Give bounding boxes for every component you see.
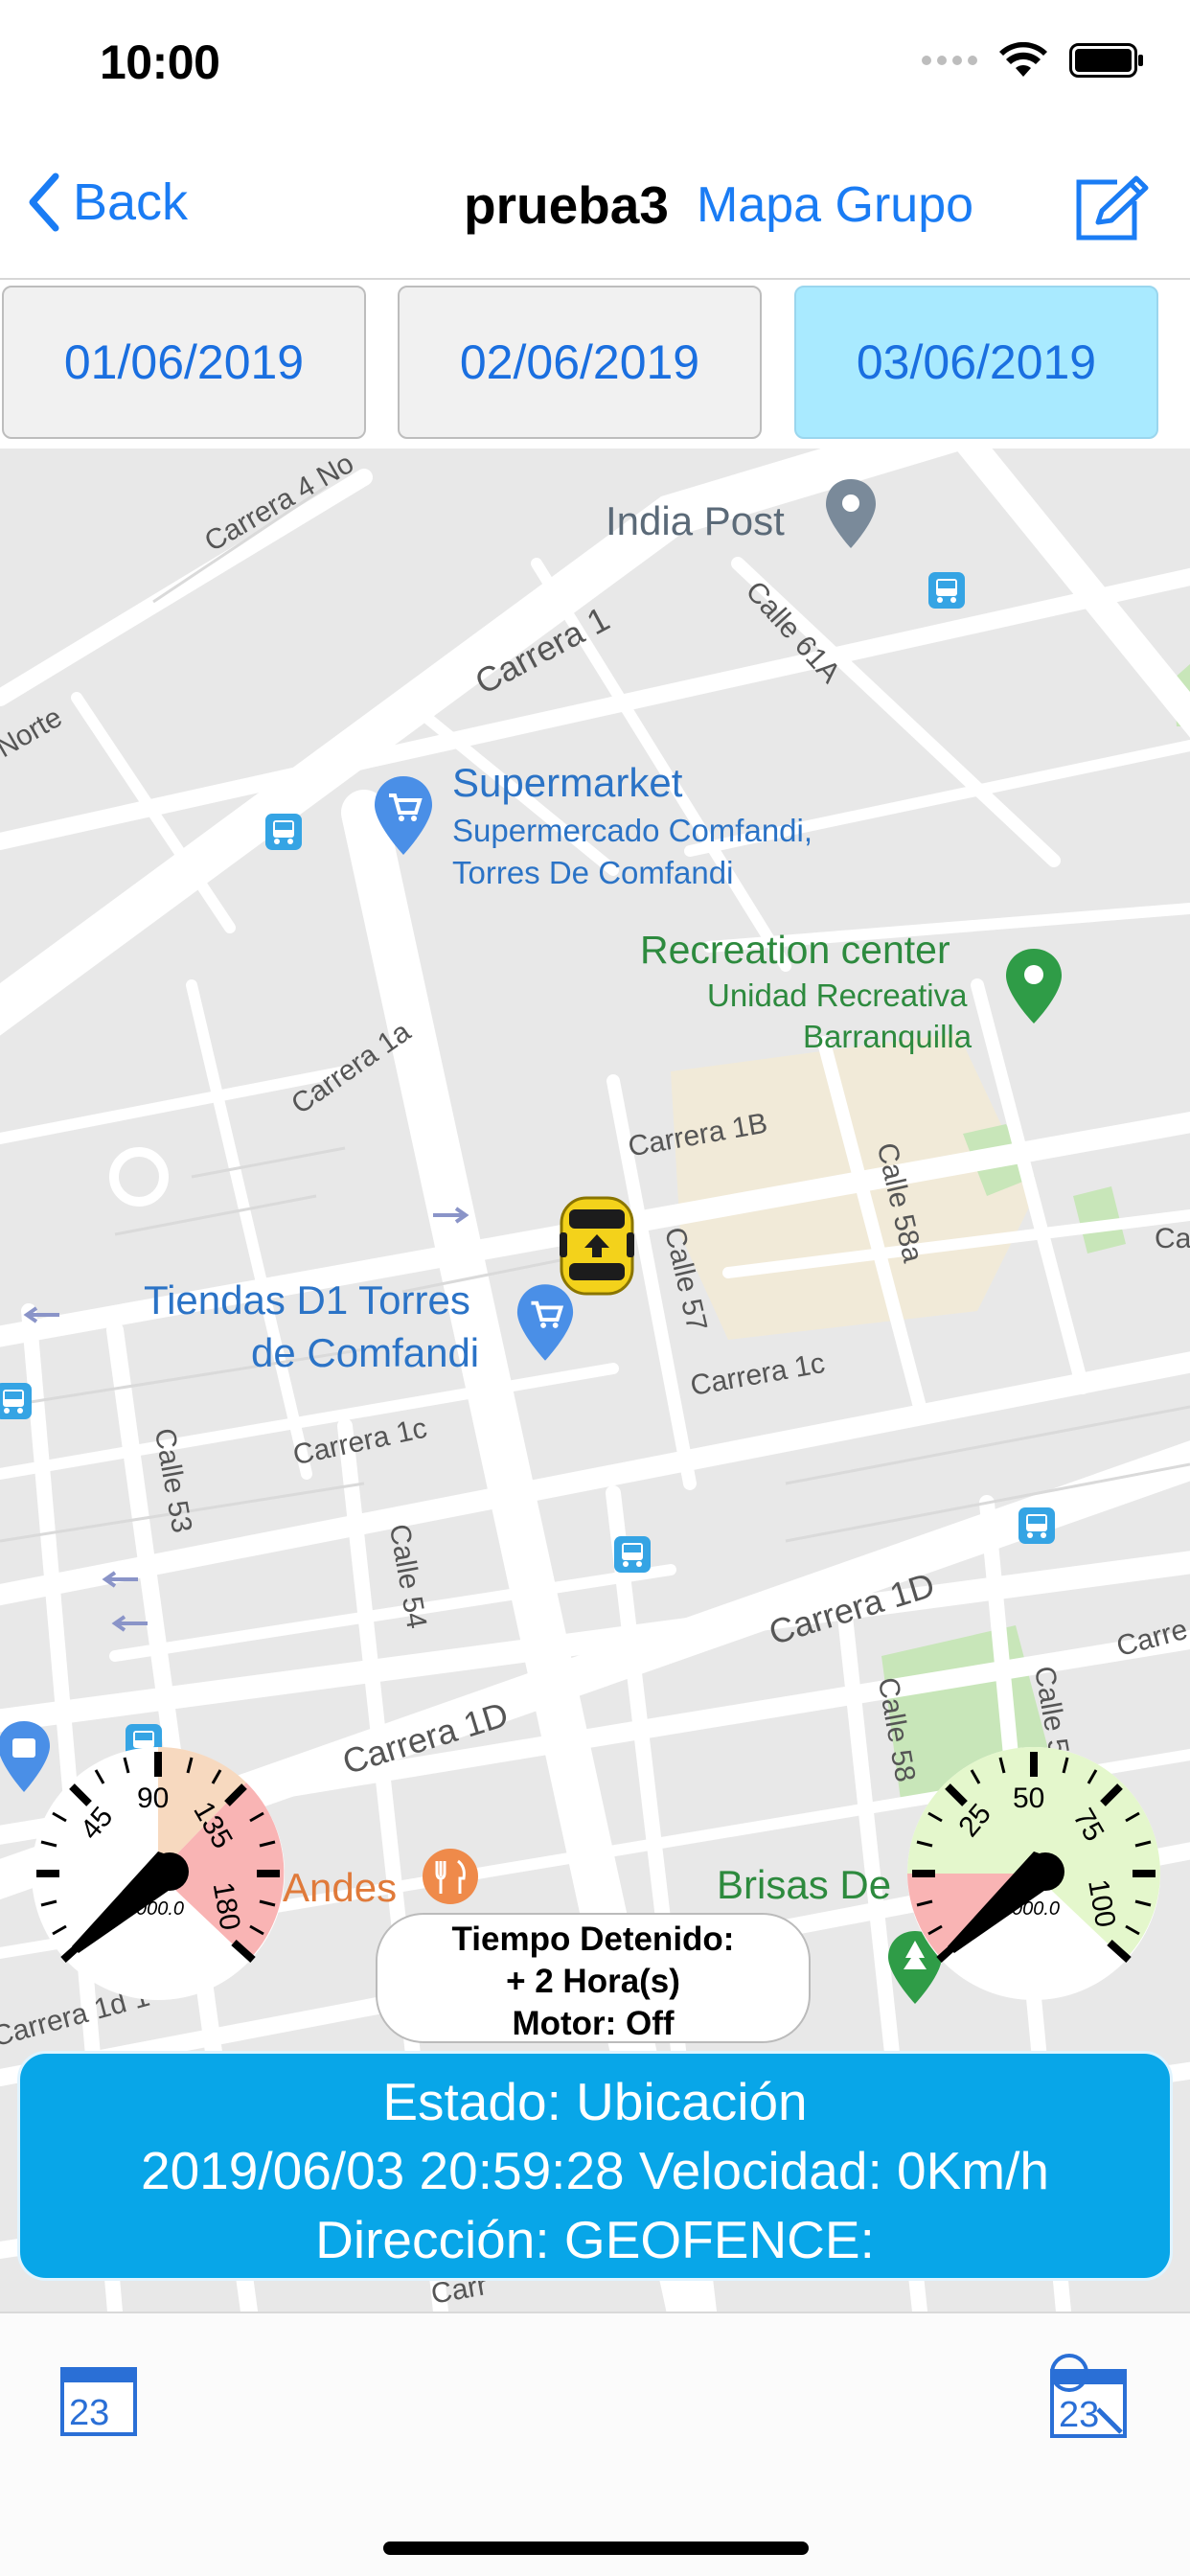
engine-status: Motor: Off xyxy=(512,2005,675,2042)
bus-stop-icon[interactable] xyxy=(264,813,303,851)
taxi-vehicle-icon[interactable] xyxy=(556,1194,638,1298)
location-pin-icon[interactable] xyxy=(824,477,878,550)
poi-tiendas-line2: de Comfandi xyxy=(251,1330,480,1375)
stop-time-value: + 2 Hora(s) xyxy=(506,1963,680,2000)
poi-andes-label: Andes xyxy=(283,1865,398,1910)
date-button-3[interactable]: 03/06/2019 xyxy=(794,286,1158,439)
date-selector: 01/06/2019 02/06/2019 03/06/2019 xyxy=(0,286,1190,441)
wifi-icon xyxy=(999,42,1047,77)
signal-icon xyxy=(922,56,977,65)
bottom-toolbar: 23 23 xyxy=(0,2312,1190,2576)
speed-gauge-left: 45 90 135 180 000.0 xyxy=(32,1746,285,2000)
info-address: Dirección: GEOFENCE: xyxy=(315,2210,875,2269)
battery-icon xyxy=(1069,43,1143,78)
street-label: Ca xyxy=(1155,1223,1190,1254)
restaurant-icon[interactable] xyxy=(422,1848,479,1905)
park-pin-icon[interactable] xyxy=(1004,947,1064,1025)
status-icons xyxy=(922,42,1144,79)
page-title: prueba3 xyxy=(464,175,669,235)
bus-stop-icon[interactable] xyxy=(1018,1506,1056,1545)
date-button-2[interactable]: 02/06/2019 xyxy=(398,286,762,439)
one-way-arrow-icon xyxy=(102,1571,138,1588)
fuel-gauge-right: 25 50 75 100 000.0 xyxy=(907,1747,1160,2000)
gauge-left-tick-90: 90 xyxy=(137,1782,169,1814)
date-button-1[interactable]: 01/06/2019 xyxy=(2,286,366,439)
gauge-right-odometer: 000.0 xyxy=(1012,1898,1060,1920)
group-map-link[interactable]: Mapa Grupo xyxy=(697,176,973,234)
stop-time-box: Tiempo Detenido: + 2 Hora(s) Motor: Off xyxy=(376,1913,811,2043)
bus-stop-icon[interactable] xyxy=(613,1535,652,1574)
poi-supermarket-line1: Supermercado Comfandi, xyxy=(452,813,813,848)
poi-supermarket-title: Supermarket xyxy=(452,760,683,805)
poi-supermarket-line2: Torres De Comfandi xyxy=(452,855,734,890)
navigation-bar: Back prueba3 Mapa Grupo xyxy=(0,126,1190,280)
poi-india-post-label: India Post xyxy=(606,498,785,543)
gauge-right-tick-50: 50 xyxy=(1013,1782,1044,1814)
calendar-search-icon[interactable]: 23 xyxy=(1044,2352,1131,2440)
info-status: Estado: Ubicación xyxy=(382,2072,808,2131)
poi-recreation-title: Recreation center xyxy=(640,928,950,972)
edit-icon[interactable] xyxy=(1073,174,1150,242)
vehicle-info-banner: Estado: Ubicación 2019/06/03 20:59:28 Ve… xyxy=(17,2051,1173,2281)
calendar-day: 23 xyxy=(69,2393,109,2433)
back-label: Back xyxy=(73,173,189,231)
bus-stop-icon[interactable] xyxy=(0,1382,33,1420)
info-datetime-speed: 2019/06/03 20:59:28 Velocidad: 0Km/h xyxy=(141,2141,1049,2200)
poi-recreation-line2: Barranquilla xyxy=(803,1019,973,1054)
shopping-cart-pin-icon[interactable] xyxy=(372,774,435,857)
back-button[interactable]: Back xyxy=(27,172,188,232)
status-bar: 10:00 xyxy=(0,0,1190,126)
status-time: 10:00 xyxy=(100,35,220,89)
calendar-icon[interactable]: 23 xyxy=(59,2359,138,2438)
home-indicator[interactable] xyxy=(383,2542,809,2555)
one-way-arrow-icon xyxy=(23,1306,59,1323)
poi-brisas-label: Brisas De xyxy=(717,1862,892,1907)
chevron-left-icon xyxy=(29,172,59,232)
gauge-left-odometer: 000.0 xyxy=(136,1898,184,1920)
stop-time-label: Tiempo Detenido: xyxy=(451,1920,735,1958)
poi-tiendas-line1: Tiendas D1 Torres xyxy=(144,1277,470,1322)
one-way-arrow-icon xyxy=(111,1615,148,1632)
poi-recreation-line1: Unidad Recreativa xyxy=(707,978,968,1013)
calendar-search-day: 23 xyxy=(1059,2395,1099,2435)
bus-stop-icon[interactable] xyxy=(927,571,966,610)
one-way-arrow-icon xyxy=(433,1207,469,1224)
